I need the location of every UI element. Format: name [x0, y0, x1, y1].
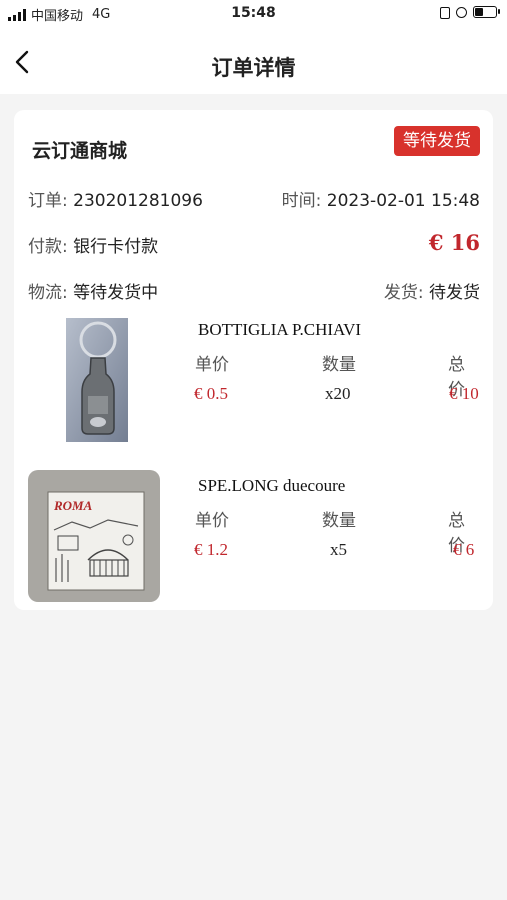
product-name: SPE.LONG duecoure [198, 476, 346, 495]
payment-row: 付款: 银行卡付款 € 16 [28, 230, 480, 258]
logistics-row: 物流: 等待发货中 发货: 待发货 [28, 278, 480, 304]
order-total: € 16 [428, 230, 480, 255]
logistics-label: 物流: [28, 283, 68, 303]
page-title: 订单详情 [211, 56, 296, 80]
payment-method: 银行卡付款 [73, 237, 159, 257]
unit-price: € 1.2 [194, 540, 228, 559]
order-item[interactable]: BOTTIGLIA P.CHIAVI 单价 数量 总价 € 0.5 x20 € … [28, 316, 480, 450]
unit-price-header: 单价 [195, 355, 229, 375]
shop-name: 云订通商城 [32, 140, 128, 162]
status-bar: 中国移动 4G 15:48 [0, 0, 507, 30]
quantity: x20 [325, 384, 351, 403]
lock-icon [440, 7, 450, 19]
order-card: 云订通商城 等待发货 订单: 230201281096 时间: 2023-02-… [14, 110, 493, 610]
order-info-row: 订单: 230201281096 时间: 2023-02-01 15:48 [28, 186, 480, 212]
payment-label: 付款: [28, 237, 68, 257]
quantity-header: 数量 [322, 355, 356, 375]
order-item[interactable]: ROMA SPE.LONG duecoure 单价 数量 总价 € 1.2 x5… [28, 468, 480, 602]
shipping-status: 待发货 [429, 283, 480, 303]
roma-lettering: ROMA [53, 498, 93, 513]
nav-bar: 订单详情 [0, 30, 507, 94]
status-badge: 等待发货 [394, 126, 480, 156]
item-total: € 10 [449, 384, 479, 403]
status-right [440, 6, 500, 19]
order-no: 230201281096 [73, 191, 203, 211]
status-time: 15:48 [231, 5, 276, 21]
quantity-header: 数量 [322, 511, 356, 531]
order-time: 2023-02-01 15:48 [326, 191, 480, 211]
item-total: € 6 [453, 540, 475, 559]
logistics-status: 等待发货中 [73, 283, 159, 303]
alarm-icon [456, 6, 467, 18]
quantity: x5 [330, 540, 347, 559]
order-no-label: 订单: [28, 191, 68, 211]
shipping-label: 发货: [383, 283, 424, 303]
product-name: BOTTIGLIA P.CHIAVI [198, 320, 362, 339]
unit-price: € 0.5 [194, 384, 228, 403]
unit-price-header: 单价 [195, 511, 229, 531]
product-image-keychain [66, 318, 128, 442]
battery-icon [473, 6, 500, 18]
product-image-roma: ROMA [28, 470, 160, 602]
time-label: 时间: [281, 191, 322, 211]
